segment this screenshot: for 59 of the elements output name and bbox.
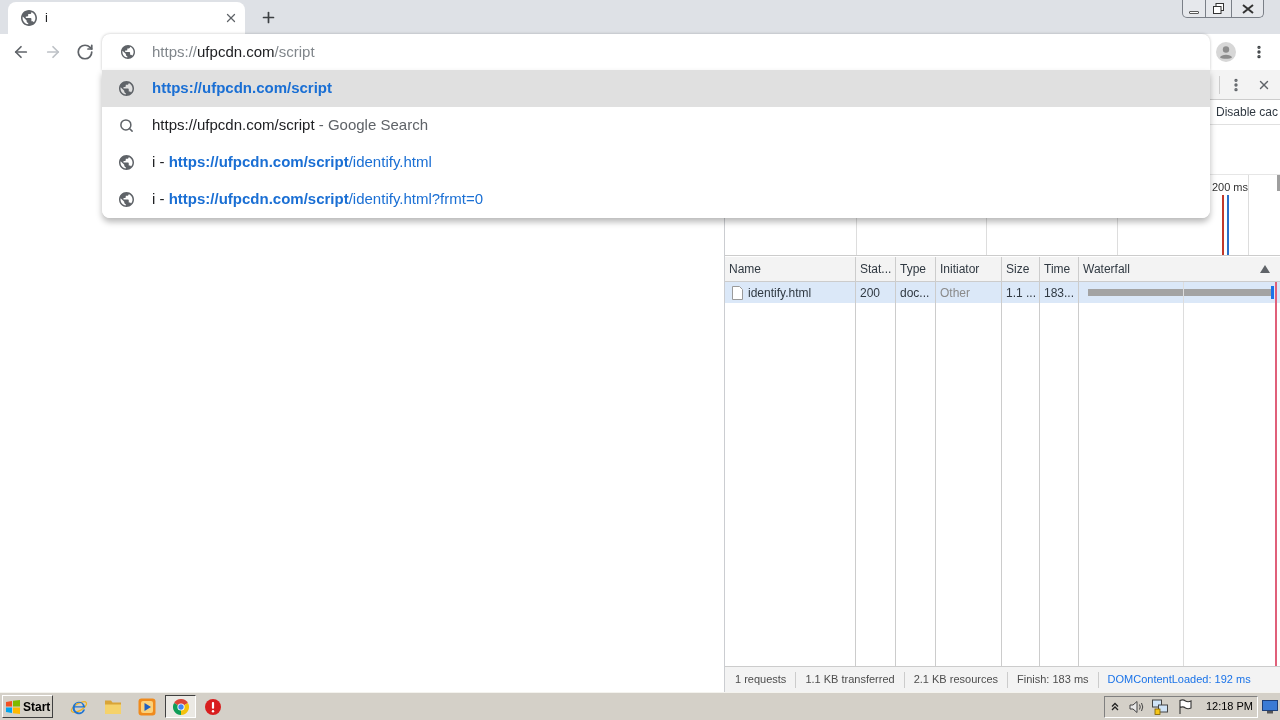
- summary-text: 1.1 KB transferred: [804, 672, 896, 688]
- timeline-marker-line: [1227, 195, 1229, 255]
- column-header[interactable]: Waterfall: [1079, 257, 1279, 281]
- option-label[interactable]: Disable cac: [1215, 103, 1278, 121]
- avatar-icon[interactable]: [1216, 42, 1236, 62]
- column-header[interactable]: Stat...: [856, 257, 896, 281]
- restore-button[interactable]: [1206, 0, 1231, 18]
- summary-text: DOMContentLoaded: 192 ms: [1106, 672, 1252, 688]
- summary-text: Finish: 183 ms: [1016, 672, 1090, 688]
- restore-icon: [1213, 3, 1224, 14]
- globe-icon: [119, 155, 134, 170]
- round-logo-icon: [172, 698, 189, 715]
- table-cell: Other: [936, 282, 1002, 303]
- minimize-icon: [1189, 11, 1199, 14]
- start-logo-icon: [5, 698, 21, 715]
- file-icon: [732, 285, 743, 300]
- play-tile-icon[interactable]: [138, 697, 156, 716]
- table-cell: 200: [856, 282, 896, 303]
- network-icon[interactable]: [1151, 698, 1168, 715]
- column-header[interactable]: Time: [1040, 257, 1079, 281]
- reload-icon[interactable]: [76, 43, 94, 61]
- start-button[interactable]: Start: [2, 695, 53, 718]
- suggestion-item[interactable]: https://ufpcdn.com/script - Google Search: [102, 107, 1210, 144]
- globe-icon: [119, 81, 134, 96]
- browser-tab[interactable]: i: [8, 2, 245, 34]
- suggestion-item[interactable]: i - https://ufpcdn.com/script/identify.html?frmt=0: [102, 181, 1210, 218]
- globe-icon: [121, 45, 135, 59]
- address-field[interactable]: https://ufpcdn.com/script: [152, 40, 1210, 64]
- column-header[interactable]: Initiator: [936, 257, 1002, 281]
- request-row[interactable]: identify.html 200 doc... Other 1.1 ... 183...: [725, 282, 1280, 303]
- table-cell: 183...: [1040, 282, 1079, 303]
- table-cell: 1.1 ...: [1002, 282, 1040, 303]
- time-tick-label: 200 ms: [1211, 180, 1248, 195]
- close-icon[interactable]: [224, 11, 238, 25]
- table-cell: doc...: [896, 282, 936, 303]
- globe-icon: [21, 10, 37, 26]
- table-cell-text: identify.html: [748, 284, 812, 302]
- suggestion-item[interactable]: https://ufpcdn.com/script: [102, 70, 1210, 107]
- summary-text: 2.1 KB resources: [912, 672, 1000, 688]
- timeline-marker-line: [1222, 195, 1224, 255]
- close-icon: [1241, 3, 1254, 14]
- up-caret-icon[interactable]: [1110, 702, 1119, 711]
- suggestion-item[interactable]: i - https://ufpcdn.com/script/identify.html: [102, 144, 1210, 181]
- resize-handle[interactable]: [1277, 175, 1280, 191]
- search-icon: [119, 118, 134, 133]
- speaker-icon[interactable]: [1128, 699, 1145, 714]
- alert-icon[interactable]: [205, 698, 221, 715]
- timing-marker: [1271, 286, 1274, 299]
- column-header[interactable]: Name: [725, 257, 856, 281]
- show-desktop-icon[interactable]: [1262, 699, 1278, 714]
- summary-text: 1 requests: [734, 672, 788, 688]
- globe-icon: [119, 192, 134, 207]
- column-header[interactable]: Size: [1002, 257, 1040, 281]
- column-header[interactable]: Type: [896, 257, 936, 281]
- window-close-button[interactable]: [1231, 0, 1264, 18]
- taskbar-button[interactable]: [165, 695, 196, 718]
- minimize-button[interactable]: [1182, 0, 1206, 18]
- sort-ascending-icon: [1260, 265, 1270, 273]
- flag-icon[interactable]: [1177, 698, 1192, 715]
